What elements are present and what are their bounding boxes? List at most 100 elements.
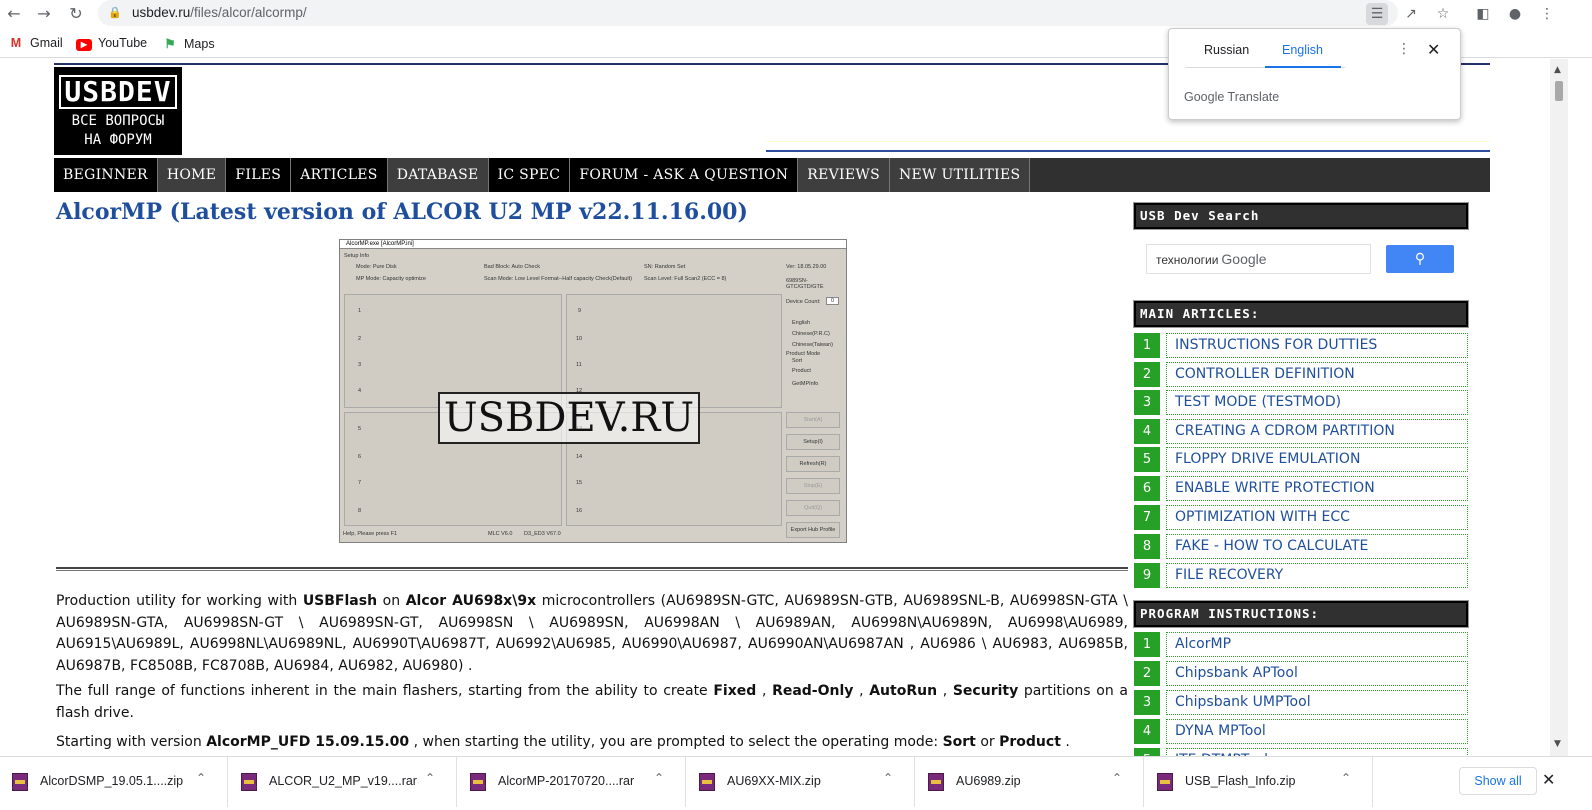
menu-ic-spec[interactable]: IC SPEC xyxy=(488,158,571,192)
list-item[interactable]: 3 Chipsbank UMPTool xyxy=(1134,690,1468,715)
menu-icon[interactable]: ⋮ xyxy=(1536,3,1558,25)
item-link[interactable]: ENABLE WRITE PROTECTION xyxy=(1166,476,1468,501)
ss-mode-product: Product xyxy=(792,368,811,374)
download-name: ALCOR_U2_MP_v19....rar xyxy=(269,774,417,788)
download-item[interactable]: USB_Flash_Info.zip ⌃ xyxy=(1145,757,1373,807)
ss-slot: 5 xyxy=(358,426,362,432)
menu-reviews[interactable]: REVIEWS xyxy=(798,158,890,192)
ss-slot: 15 xyxy=(576,480,583,486)
download-item[interactable]: AlcorMP-20170720....rar ⌃ xyxy=(458,757,686,807)
list-item[interactable]: 3 TEST MODE (TESTMOD) xyxy=(1134,390,1468,415)
ss-slot: 8 xyxy=(358,508,362,514)
list-item[interactable]: 1 INSTRUCTIONS FOR DUTTIES xyxy=(1134,333,1468,358)
download-name: AlcorMP-20170720....rar xyxy=(498,774,635,788)
back-icon[interactable]: ← xyxy=(4,4,24,24)
ss-mode: Mode: Pure Disk xyxy=(356,264,397,270)
item-number: 3 xyxy=(1134,390,1160,415)
ss-slot: 10 xyxy=(576,336,583,342)
list-item[interactable]: 4 DYNA MPTool xyxy=(1134,719,1468,744)
download-item[interactable]: AlcorDSMP_19.05.1....zip ⌃ xyxy=(0,757,228,807)
gmail-icon: M xyxy=(10,36,22,50)
close-icon[interactable]: ✕ xyxy=(1427,40,1440,59)
side-panel-icon[interactable]: ◧ xyxy=(1472,3,1494,25)
page-scrollbar[interactable]: ▲ ▼ xyxy=(1550,59,1568,756)
menu-home[interactable]: HOME xyxy=(157,158,227,192)
scroll-up-icon[interactable]: ▲ xyxy=(1554,65,1561,75)
chevron-up-icon[interactable]: ⌃ xyxy=(1341,771,1351,785)
item-link[interactable]: FAKE - HOW TO CALCULATE xyxy=(1166,534,1468,559)
menu-beginner[interactable]: BEGINNER xyxy=(54,158,158,192)
screenshot-window-title: AlcorMP.exe [AlcorMP.ini] xyxy=(340,240,846,249)
chevron-up-icon[interactable]: ⌃ xyxy=(1112,771,1122,785)
list-item[interactable]: 7 OPTIMIZATION WITH ECC xyxy=(1134,505,1468,530)
ss-lang-prc: Chinese(P.R.C) xyxy=(792,331,830,337)
article: AlcorMP (Latest version of ALCOR U2 MP v… xyxy=(56,199,1130,750)
item-link[interactable]: CONTROLLER DEFINITION xyxy=(1166,362,1468,387)
chevron-up-icon[interactable]: ⌃ xyxy=(425,771,435,785)
item-link[interactable]: ITE DTMPTool xyxy=(1166,748,1468,756)
ss-getmpinfo: GetMPInfo xyxy=(792,381,819,387)
item-link[interactable]: TEST MODE (TESTMOD) xyxy=(1166,390,1468,415)
list-item[interactable]: 1 AlcorMP xyxy=(1134,632,1468,657)
download-item[interactable]: ALCOR_U2_MP_v19....rar ⌃ xyxy=(229,757,457,807)
star-icon[interactable]: ☆ xyxy=(1432,3,1454,25)
ss-sn: SN: Random Set xyxy=(644,264,686,270)
chevron-up-icon[interactable]: ⌃ xyxy=(654,771,664,785)
program-screenshot[interactable]: AlcorMP.exe [AlcorMP.ini] Setup Info Mod… xyxy=(339,239,847,543)
item-link[interactable]: Chipsbank UMPTool xyxy=(1166,690,1468,715)
site-logo[interactable]: USBDEV ВСЕ ВОПРОСЫ НА ФОРУМ xyxy=(54,67,182,155)
list-item[interactable]: 6 ENABLE WRITE PROTECTION xyxy=(1134,476,1468,501)
item-link[interactable]: AlcorMP xyxy=(1166,632,1468,657)
menu-files[interactable]: FILES xyxy=(226,158,292,192)
bookmark-youtube[interactable]: ▶ YouTube xyxy=(76,36,147,51)
tab-english[interactable]: English xyxy=(1282,43,1323,57)
list-item[interactable]: 4 CREATING A CDROM PARTITION xyxy=(1134,419,1468,444)
item-link[interactable]: Chipsbank APTool xyxy=(1166,661,1468,686)
share-icon[interactable]: ↗ xyxy=(1400,3,1422,25)
list-item[interactable]: 9 FILE RECOVERY xyxy=(1134,563,1468,588)
ss-version: Ver: 18.05.29.00 xyxy=(786,264,827,270)
more-options-icon[interactable]: ⋮ xyxy=(1397,41,1411,57)
download-item[interactable]: AU69XX-MIX.zip ⌃ xyxy=(687,757,915,807)
item-number: 7 xyxy=(1134,505,1160,530)
forward-icon[interactable]: → xyxy=(34,4,54,24)
chevron-up-icon[interactable]: ⌃ xyxy=(196,771,206,785)
ss-export-button: Export Hub Profile xyxy=(786,522,840,538)
item-link[interactable]: FILE RECOVERY xyxy=(1166,563,1468,588)
address-bar[interactable]: 🔒 usbdev.ru/files/alcor/alcormp/ ☰ ↗ ☆ xyxy=(98,0,1449,26)
item-link[interactable]: OPTIMIZATION WITH ECC xyxy=(1166,505,1468,530)
tab-russian[interactable]: Russian xyxy=(1204,43,1249,57)
search-button[interactable]: ⚲ xyxy=(1386,245,1454,273)
item-number: 1 xyxy=(1134,333,1160,358)
menu-forum[interactable]: FORUM - ASK A QUESTION xyxy=(570,158,799,192)
item-link[interactable]: DYNA MPTool xyxy=(1166,719,1468,744)
list-item[interactable]: 2 Chipsbank APTool xyxy=(1134,661,1468,686)
list-item[interactable]: 8 FAKE - HOW TO CALCULATE xyxy=(1134,534,1468,559)
list-item[interactable]: 5 ITE DTMPTool xyxy=(1134,748,1468,756)
translate-icon[interactable]: ☰ xyxy=(1366,3,1388,25)
chevron-up-icon[interactable]: ⌃ xyxy=(883,771,893,785)
reload-icon[interactable]: ↻ xyxy=(66,4,86,24)
scroll-thumb[interactable] xyxy=(1555,81,1563,101)
menu-new-utilities[interactable]: NEW UTILITIES xyxy=(889,158,1031,192)
close-icon[interactable]: ✕ xyxy=(1542,770,1555,789)
youtube-icon: ▶ xyxy=(76,39,92,51)
show-all-button[interactable]: Show all xyxy=(1459,767,1537,795)
bookmark-gmail[interactable]: M Gmail xyxy=(8,36,63,50)
ss-scan-level: Scan Level: Full Scan2 (ECC = 8) xyxy=(644,276,727,282)
menu-articles[interactable]: ARTICLES xyxy=(291,158,388,192)
item-link[interactable]: INSTRUCTIONS FOR DUTTIES xyxy=(1166,333,1468,358)
url-text[interactable]: usbdev.ru/files/alcor/alcormp/ xyxy=(132,5,307,20)
download-item[interactable]: AU6989.zip ⌃ xyxy=(916,757,1144,807)
list-item[interactable]: 5 FLOPPY DRIVE EMULATION xyxy=(1134,447,1468,472)
menu-database[interactable]: DATABASE xyxy=(387,158,489,192)
item-number: 6 xyxy=(1134,476,1160,501)
profile-icon[interactable]: ● xyxy=(1504,3,1526,25)
scroll-down-icon[interactable]: ▼ xyxy=(1554,739,1561,749)
list-item[interactable]: 2 CONTROLLER DEFINITION xyxy=(1134,362,1468,387)
search-input[interactable]: технологии Google xyxy=(1146,244,1371,274)
item-link[interactable]: FLOPPY DRIVE EMULATION xyxy=(1166,447,1468,472)
bookmark-maps[interactable]: ⚑ Maps xyxy=(162,36,214,51)
ss-slot: 6 xyxy=(358,454,362,460)
item-link[interactable]: CREATING A CDROM PARTITION xyxy=(1166,419,1468,444)
